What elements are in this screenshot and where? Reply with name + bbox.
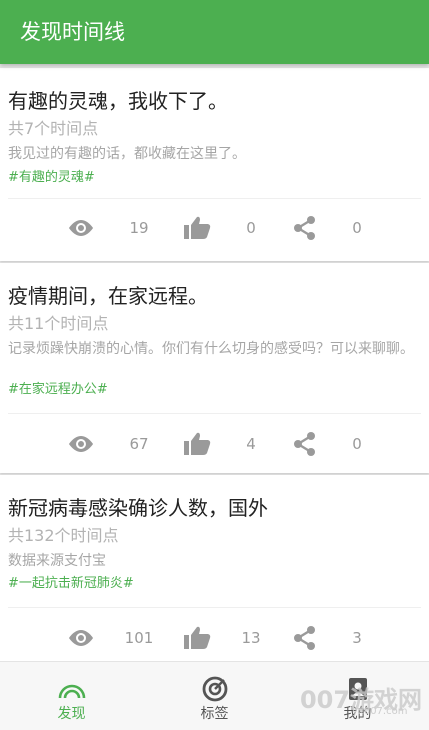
- card-description: 数据来源支付宝: [8, 553, 106, 569]
- view-count: 101: [124, 629, 154, 647]
- card-title: 疫情期间，在家远程。: [8, 284, 208, 308]
- like-count: 13: [241, 629, 261, 647]
- card-tag-link[interactable]: #有趣的灵魂#: [8, 169, 95, 187]
- nav-profile[interactable]: 我的: [286, 662, 429, 730]
- target-icon: [200, 674, 230, 704]
- nav-label: 我的: [343, 706, 372, 722]
- card-point-count: 共11个时间点: [8, 314, 109, 333]
- bottom-navigation: 发现 标签 我的: [0, 661, 429, 730]
- app-bar-title: 发现时间线: [20, 20, 125, 44]
- eye-icon[interactable]: [66, 432, 96, 456]
- nav-tags[interactable]: 标签: [143, 662, 286, 730]
- card-divider: [8, 198, 421, 199]
- share-count: 3: [352, 629, 362, 647]
- card-point-count: 共132个时间点: [8, 526, 119, 545]
- share-icon[interactable]: [290, 626, 320, 650]
- nav-label: 标签: [200, 706, 229, 722]
- share-icon[interactable]: [290, 216, 320, 240]
- card-description: 记录烦躁快崩溃的心情。你们有什么切身的感受吗？可以来聊聊。: [8, 341, 414, 357]
- like-count: 4: [246, 435, 256, 453]
- thumbs-up-icon[interactable]: [182, 432, 212, 456]
- eye-icon[interactable]: [66, 216, 96, 240]
- view-count: 67: [129, 435, 149, 453]
- like-count: 0: [246, 219, 256, 237]
- share-count: 0: [352, 219, 362, 237]
- timeline-card[interactable]: 新冠病毒感染确诊人数，国外 共132个时间点 数据来源支付宝 #一起抗击新冠肺炎…: [0, 475, 429, 661]
- card-title: 有趣的灵魂，我收下了。: [8, 89, 228, 113]
- nav-discover[interactable]: 发现: [0, 662, 143, 730]
- card-point-count: 共7个时间点: [8, 119, 99, 138]
- card-title: 新冠病毒感染确诊人数，国外: [8, 496, 268, 520]
- card-divider: [8, 413, 421, 414]
- thumbs-up-icon[interactable]: [182, 216, 212, 240]
- thumbs-up-icon[interactable]: [182, 626, 212, 650]
- timeline-card[interactable]: 疫情期间，在家远程。 共11个时间点 记录烦躁快崩溃的心情。你们有什么切身的感受…: [0, 263, 429, 473]
- card-tag-link[interactable]: #在家远程办公#: [8, 381, 108, 399]
- app-screen: 发现时间线 有趣的灵魂，我收下了。 共7个时间点 我见过的有趣的话，都收藏在这里…: [0, 0, 429, 730]
- share-count: 0: [352, 435, 362, 453]
- card-tag-link[interactable]: #一起抗击新冠肺炎#: [8, 575, 134, 593]
- share-icon[interactable]: [290, 432, 320, 456]
- card-description: 我见过的有趣的话，都收藏在这里了。: [8, 146, 246, 162]
- app-bar: 发现时间线: [0, 0, 429, 64]
- view-count: 19: [129, 219, 149, 237]
- rainbow-icon: [57, 674, 87, 704]
- nav-label: 发现: [57, 706, 86, 722]
- timeline-feed[interactable]: 有趣的灵魂，我收下了。 共7个时间点 我见过的有趣的话，都收藏在这里了。 #有趣…: [0, 64, 429, 661]
- eye-icon[interactable]: [66, 626, 96, 650]
- timeline-card[interactable]: 有趣的灵魂，我收下了。 共7个时间点 我见过的有趣的话，都收藏在这里了。 #有趣…: [0, 68, 429, 261]
- card-divider: [8, 607, 421, 608]
- profile-icon: [343, 674, 373, 704]
